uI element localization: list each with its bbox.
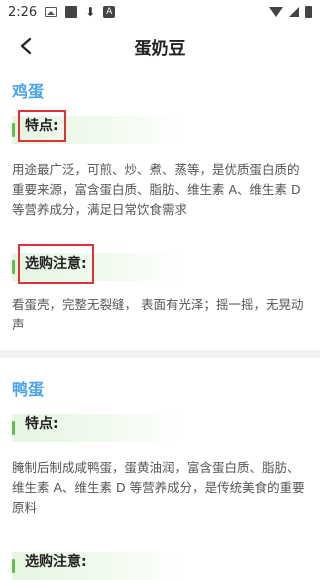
feature-header: 特点: xyxy=(12,110,182,144)
back-button[interactable] xyxy=(12,32,40,60)
app-notification-icon: A xyxy=(103,6,116,18)
feature-text: 腌制后制成咸鸭蛋，蛋黄油润，富含蛋白质、脂肪、维生素 A、维生素 D 等营养成分… xyxy=(12,460,305,515)
feature-text: 用途最广泛，可煎、炒、煮、蒸等，是优质蛋白质的重要来源，富含蛋白质、脂肪、维生素… xyxy=(12,162,301,217)
feature-label: 特点: xyxy=(25,416,59,432)
download-icon: ⬇ xyxy=(85,5,96,19)
chevron-left-icon xyxy=(20,37,32,55)
battery-icon xyxy=(305,6,312,18)
tips-label: 选购注意: xyxy=(18,244,94,284)
notification-icon xyxy=(65,6,78,18)
tips-header: 选购注意: xyxy=(12,552,182,580)
accent-bar xyxy=(12,559,15,573)
tips-header: 选购注意: xyxy=(12,244,182,284)
tips-label: 选购注意: xyxy=(25,554,87,570)
tips-text: 看蛋壳，完整无裂缝， 表面有光泽；摇一摇，无晃动声 xyxy=(12,297,304,332)
accent-bar xyxy=(12,421,15,435)
image-icon xyxy=(45,7,58,17)
accent-bar xyxy=(12,260,15,274)
signal-icon xyxy=(289,7,299,17)
section-divider xyxy=(0,350,320,358)
feature-label: 特点: xyxy=(18,110,66,142)
app-bar: 蛋奶豆 xyxy=(0,24,320,68)
page-title: 蛋奶豆 xyxy=(134,38,186,59)
section-title-duck-egg: 鸭蛋 xyxy=(12,380,45,399)
section-title-chicken-egg: 鸡蛋 xyxy=(12,82,45,101)
accent-bar xyxy=(12,123,15,137)
status-time: 2:26 xyxy=(8,4,38,20)
feature-header: 特点: xyxy=(12,414,182,442)
wifi-icon xyxy=(269,7,283,17)
status-bar: 2:26 ⬇ A xyxy=(0,0,320,24)
